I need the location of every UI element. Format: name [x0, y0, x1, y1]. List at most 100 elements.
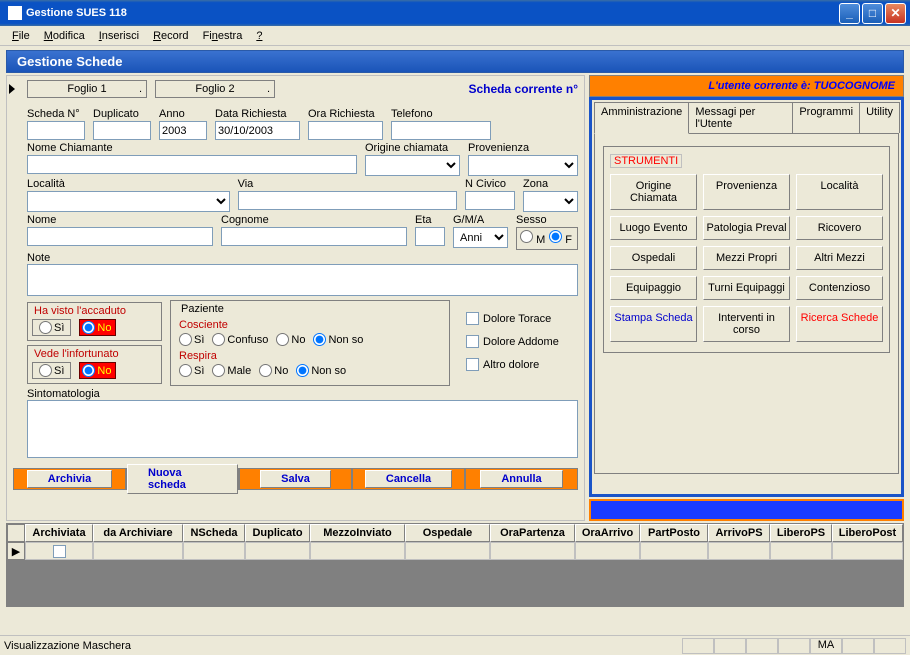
menu-record[interactable]: Record	[147, 28, 194, 44]
ncivico-input[interactable]	[465, 191, 515, 210]
col-da-archiviare[interactable]: da Archiviare	[93, 524, 183, 542]
accaduto-no[interactable]: No	[79, 319, 116, 336]
menu-finestra[interactable]: Finestra	[197, 28, 249, 44]
salva-button[interactable]: Salva	[239, 468, 352, 490]
ha-visto-accaduto-group: Ha visto l'accaduto Sì No	[27, 302, 162, 341]
status-cell-6	[842, 638, 874, 654]
accaduto-si[interactable]: Sì	[32, 319, 71, 336]
tool-patologia[interactable]: Patologia Preval	[703, 216, 790, 240]
respira-si[interactable]: Sì	[179, 364, 204, 377]
tool-equipaggio[interactable]: Equipaggio	[610, 276, 697, 300]
infortunato-no[interactable]: No	[79, 362, 116, 379]
duplicato-input[interactable]	[93, 121, 151, 140]
cosciente-si[interactable]: Sì	[179, 333, 204, 346]
respira-no[interactable]: No	[259, 364, 288, 377]
tool-interventi[interactable]: Interventi in corso	[703, 306, 790, 342]
cosciente-no[interactable]: No	[276, 333, 305, 346]
col-liberopost[interactable]: LiberoPost	[832, 524, 903, 542]
sheet-tab-2[interactable]: Foglio 2.	[155, 80, 275, 98]
cognome-input[interactable]	[221, 227, 407, 246]
origine-chiamata-label: Origine chiamata	[365, 142, 460, 154]
note-textarea[interactable]	[27, 264, 578, 296]
telefono-input[interactable]	[391, 121, 491, 140]
tool-stampa-scheda[interactable]: Stampa Scheda	[610, 306, 697, 342]
tool-provenienza[interactable]: Provenienza	[703, 174, 790, 210]
col-partposto[interactable]: PartPosto	[640, 524, 708, 542]
cosciente-nonso[interactable]: Non so	[313, 333, 363, 346]
tool-mezzi-propri[interactable]: Mezzi Propri	[703, 246, 790, 270]
cell-archiviata[interactable]	[25, 542, 93, 560]
localita-label: Località	[27, 178, 230, 190]
localita-select[interactable]	[27, 191, 230, 212]
scheda-corrente-label: Scheda corrente n°	[469, 82, 579, 96]
tool-turni[interactable]: Turni Equipaggi	[703, 276, 790, 300]
col-ospedale[interactable]: Ospedale	[405, 524, 490, 542]
tool-ricerca-schede[interactable]: Ricerca Schede	[796, 306, 883, 342]
status-cell-1	[682, 638, 714, 654]
eta-input[interactable]	[415, 227, 445, 246]
scheda-n-input[interactable]	[27, 121, 85, 140]
tool-localita[interactable]: Località	[796, 174, 883, 210]
col-duplicato[interactable]: Duplicato	[245, 524, 310, 542]
cosciente-confuso[interactable]: Confuso	[212, 333, 268, 346]
bottom-grid[interactable]: Archiviata da Archiviare NScheda Duplica…	[6, 523, 904, 607]
row-marker[interactable]: ▶	[7, 542, 25, 560]
dolore-addome-checkbox[interactable]: Dolore Addome	[466, 335, 578, 348]
nome-input[interactable]	[27, 227, 213, 246]
cancella-button[interactable]: Cancella	[352, 468, 465, 490]
col-orapartenza[interactable]: OraPartenza	[490, 524, 575, 542]
zona-select[interactable]	[523, 191, 578, 212]
infortunato-si[interactable]: Sì	[32, 362, 71, 379]
dolore-torace-checkbox[interactable]: Dolore Torace	[466, 312, 578, 325]
tool-origine-chiamata[interactable]: Origine Chiamata	[610, 174, 697, 210]
nome-chiamante-input[interactable]	[27, 155, 357, 174]
tool-ospedali[interactable]: Ospedali	[610, 246, 697, 270]
altro-dolore-checkbox[interactable]: Altro dolore	[466, 358, 578, 371]
tool-ricovero[interactable]: Ricovero	[796, 216, 883, 240]
annulla-button[interactable]: Annulla	[465, 468, 578, 490]
tool-luogo-evento[interactable]: Luogo Evento	[610, 216, 697, 240]
menu-modifica[interactable]: Modifica	[38, 28, 91, 44]
respira-male[interactable]: Male	[212, 364, 251, 377]
tab-messaggi[interactable]: Messagi per l'Utente	[688, 102, 793, 133]
window-title: Gestione SUES 118	[4, 6, 127, 20]
anno-input[interactable]	[159, 121, 207, 140]
tool-altri-mezzi[interactable]: Altri Mezzi	[796, 246, 883, 270]
data-richiesta-input[interactable]	[215, 121, 300, 140]
col-liberops[interactable]: LiberoPS	[770, 524, 832, 542]
status-mode: MA	[810, 638, 842, 654]
sesso-label: Sesso	[516, 214, 578, 226]
origine-chiamata-select[interactable]	[365, 155, 460, 176]
sintomatologia-textarea[interactable]	[27, 400, 578, 458]
ora-richiesta-input[interactable]	[308, 121, 383, 140]
tab-programmi[interactable]: Programmi	[792, 102, 860, 133]
app-icon	[8, 6, 22, 20]
sesso-f-option[interactable]: F	[549, 230, 572, 246]
minimize-button[interactable]: _	[839, 3, 860, 24]
sesso-m-option[interactable]: M	[520, 230, 545, 246]
maximize-button[interactable]: □	[862, 3, 883, 24]
via-input[interactable]	[238, 191, 457, 210]
nuova-scheda-button[interactable]: Nuova scheda	[126, 468, 239, 490]
menu-inserisci[interactable]: Inserisci	[93, 28, 145, 44]
gma-select[interactable]: Anni	[453, 227, 508, 248]
col-mezzo[interactable]: MezzoInviato	[310, 524, 405, 542]
via-label: Via	[238, 178, 457, 190]
col-oraarrivo[interactable]: OraArrivo	[575, 524, 640, 542]
provenienza-select[interactable]	[468, 155, 578, 176]
close-button[interactable]: ✕	[885, 3, 906, 24]
respira-nonso[interactable]: Non so	[296, 364, 346, 377]
col-nscheda[interactable]: NScheda	[183, 524, 245, 542]
tab-utility[interactable]: Utility	[859, 102, 900, 133]
archivia-button[interactable]: Archivia	[13, 468, 126, 490]
menu-file[interactable]: File	[6, 28, 36, 44]
status-cell-7	[874, 638, 906, 654]
sheet-tab-1[interactable]: Foglio 1.	[27, 80, 147, 98]
col-arrivops[interactable]: ArrivoPS	[708, 524, 770, 542]
tab-amministrazione[interactable]: Amministrazione	[594, 102, 689, 134]
status-cell-2	[714, 638, 746, 654]
respira-label: Respira	[179, 350, 441, 362]
col-archiviata[interactable]: Archiviata	[25, 524, 93, 542]
menu-help[interactable]: ?	[250, 28, 268, 44]
tool-contenzioso[interactable]: Contenzioso	[796, 276, 883, 300]
